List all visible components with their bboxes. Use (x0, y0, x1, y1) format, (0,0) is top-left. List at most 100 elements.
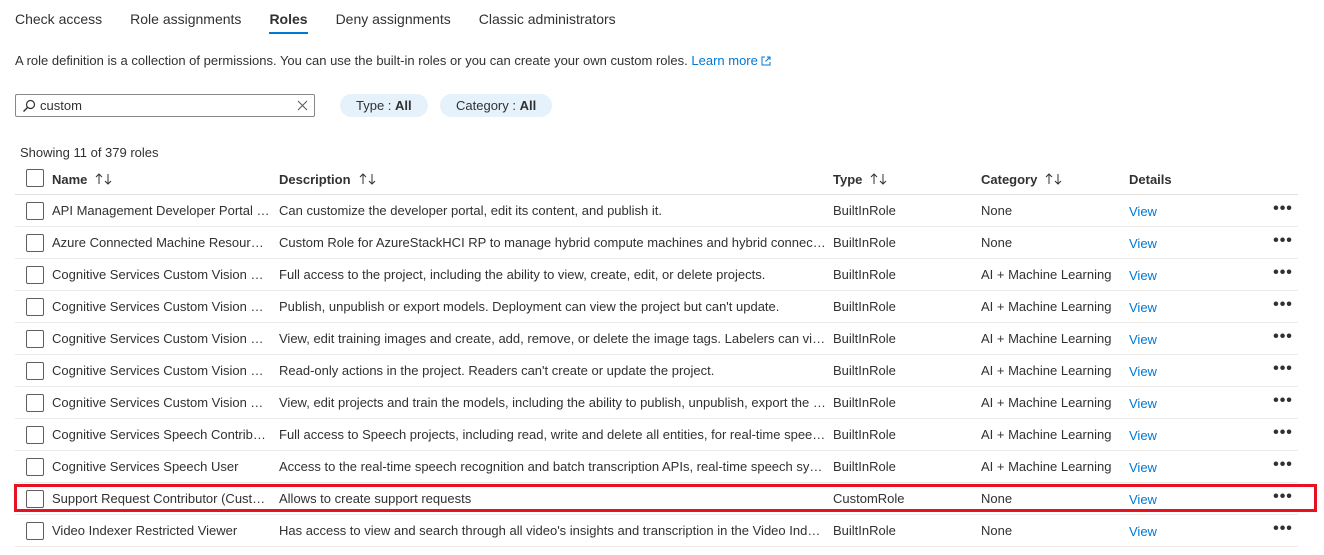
more-options-button[interactable]: ••• (1272, 227, 1294, 258)
row-checkbox[interactable] (26, 266, 44, 284)
view-link[interactable]: View (1129, 298, 1157, 315)
view-link[interactable]: View (1129, 426, 1157, 443)
more-options-button[interactable]: ••• (1272, 387, 1294, 418)
column-header-name[interactable]: Name (52, 164, 270, 194)
role-description: Can customize the developer portal, edit… (279, 202, 662, 218)
column-header-type[interactable]: Type (833, 164, 973, 194)
tab-role-assignments[interactable]: Role assignments (130, 0, 241, 38)
more-icon: ••• (1273, 295, 1293, 313)
view-link-cell: View (1129, 355, 1209, 386)
more-icon: ••• (1273, 487, 1293, 505)
more-options-button[interactable]: ••• (1272, 483, 1294, 514)
description-text: A role definition is a collection of per… (15, 53, 688, 68)
role-category: AI + Machine Learning (981, 299, 1112, 314)
view-link[interactable]: View (1129, 458, 1157, 475)
select-all-checkbox[interactable] (26, 169, 44, 187)
role-name: Cognitive Services Speech User (52, 458, 239, 474)
view-link[interactable]: View (1129, 266, 1157, 283)
tab-classic-administrators[interactable]: Classic administrators (479, 0, 616, 38)
role-description-cell: View, edit training images and create, a… (279, 323, 827, 354)
column-header-description[interactable]: Description (279, 164, 827, 194)
close-icon[interactable] (297, 100, 308, 111)
search-input[interactable] (40, 97, 290, 114)
role-category: AI + Machine Learning (981, 331, 1112, 346)
view-link[interactable]: View (1129, 362, 1157, 379)
category-filter-pill[interactable]: Category : All (440, 94, 553, 117)
search-box (15, 94, 315, 117)
type-filter-pill[interactable]: Type : All (340, 94, 428, 117)
more-options-button[interactable]: ••• (1272, 259, 1294, 290)
more-options-button[interactable]: ••• (1272, 291, 1294, 322)
more-options-button[interactable]: ••• (1272, 195, 1294, 226)
learn-more-link[interactable]: Learn more (691, 53, 771, 68)
row-checkbox[interactable] (26, 330, 44, 348)
table-row[interactable]: Cognitive Services Speech User Access to … (15, 451, 1298, 483)
tab-roles[interactable]: Roles (269, 0, 308, 38)
more-options-button[interactable]: ••• (1272, 515, 1294, 546)
role-description: Publish, unpublish or export models. Dep… (279, 298, 780, 314)
role-name-cell: Support Request Contributor (Custom) (52, 483, 270, 514)
sort-icon (96, 173, 112, 185)
view-link-cell: View (1129, 323, 1209, 354)
role-name: API Management Developer Portal Content … (52, 202, 270, 218)
role-name: Cognitive Services Speech Contributor (52, 426, 270, 442)
tab-bar: Check access Role assignments Roles Deny… (15, 0, 644, 38)
sort-icon (1046, 173, 1062, 185)
more-options-button[interactable]: ••• (1272, 451, 1294, 482)
table-row[interactable]: Cognitive Services Custom Vision Reader R… (15, 355, 1298, 387)
more-icon: ••• (1273, 359, 1293, 377)
role-name-cell: Cognitive Services Custom Vision Trainer (52, 387, 270, 418)
view-link-cell: View (1129, 483, 1209, 514)
role-type: BuiltInRole (833, 363, 896, 378)
row-checkbox[interactable] (26, 298, 44, 316)
table-row[interactable]: Cognitive Services Custom Vision Contrib… (15, 259, 1298, 291)
table-row[interactable]: Cognitive Services Custom Vision Deploym… (15, 291, 1298, 323)
table-row[interactable]: Support Request Contributor (Custom) Allo… (15, 483, 1298, 515)
row-checkbox[interactable] (26, 458, 44, 476)
role-description: View, edit training images and create, a… (279, 330, 827, 346)
sort-icon (871, 173, 887, 185)
row-checkbox[interactable] (26, 362, 44, 380)
role-type: BuiltInRole (833, 299, 896, 314)
row-checkbox[interactable] (26, 234, 44, 252)
table-row[interactable]: Cognitive Services Custom Vision Trainer… (15, 387, 1298, 419)
tab-check-access[interactable]: Check access (15, 0, 102, 38)
view-link[interactable]: View (1129, 234, 1157, 251)
row-checkbox[interactable] (26, 394, 44, 412)
role-category: None (981, 203, 1013, 218)
more-icon: ••• (1273, 423, 1293, 441)
view-link[interactable]: View (1129, 394, 1157, 411)
column-header-category[interactable]: Category (981, 164, 1121, 194)
view-link[interactable]: View (1129, 522, 1157, 539)
view-link[interactable]: View (1129, 330, 1157, 347)
role-description: Full access to the project, including th… (279, 266, 766, 282)
row-checkbox[interactable] (26, 490, 44, 508)
row-checkbox[interactable] (26, 426, 44, 444)
view-link-cell: View (1129, 515, 1209, 546)
view-link-cell: View (1129, 195, 1209, 226)
view-link[interactable]: View (1129, 490, 1157, 507)
view-link-cell: View (1129, 419, 1209, 450)
role-name: Azure Connected Machine Resource Manager (52, 234, 270, 250)
more-options-button[interactable]: ••• (1272, 323, 1294, 354)
more-options-button[interactable]: ••• (1272, 355, 1294, 386)
table-row[interactable]: API Management Developer Portal Content … (15, 195, 1298, 227)
role-category: AI + Machine Learning (981, 363, 1112, 378)
table-row[interactable]: Video Indexer Restricted Viewer Has acces… (15, 515, 1298, 547)
role-name: Cognitive Services Custom Vision Reader (52, 362, 270, 378)
role-description-cell: Full access to the project, including th… (279, 259, 827, 290)
view-link[interactable]: View (1129, 202, 1157, 219)
more-options-button[interactable]: ••• (1272, 419, 1294, 450)
role-description-cell: Full access to Speech projects, includin… (279, 419, 827, 450)
table-row[interactable]: Cognitive Services Speech Contributor Ful… (15, 419, 1298, 451)
role-description: View, edit projects and train the models… (279, 394, 827, 410)
table-row[interactable]: Azure Connected Machine Resource Manager… (15, 227, 1298, 259)
role-type: BuiltInRole (833, 267, 896, 282)
role-category: AI + Machine Learning (981, 395, 1112, 410)
table-row[interactable]: Cognitive Services Custom Vision Labeler… (15, 323, 1298, 355)
row-checkbox[interactable] (26, 202, 44, 220)
tab-deny-assignments[interactable]: Deny assignments (336, 0, 451, 38)
role-name-cell: Cognitive Services Custom Vision Reader (52, 355, 270, 386)
row-checkbox[interactable] (26, 522, 44, 540)
role-description: Full access to Speech projects, includin… (279, 426, 827, 442)
